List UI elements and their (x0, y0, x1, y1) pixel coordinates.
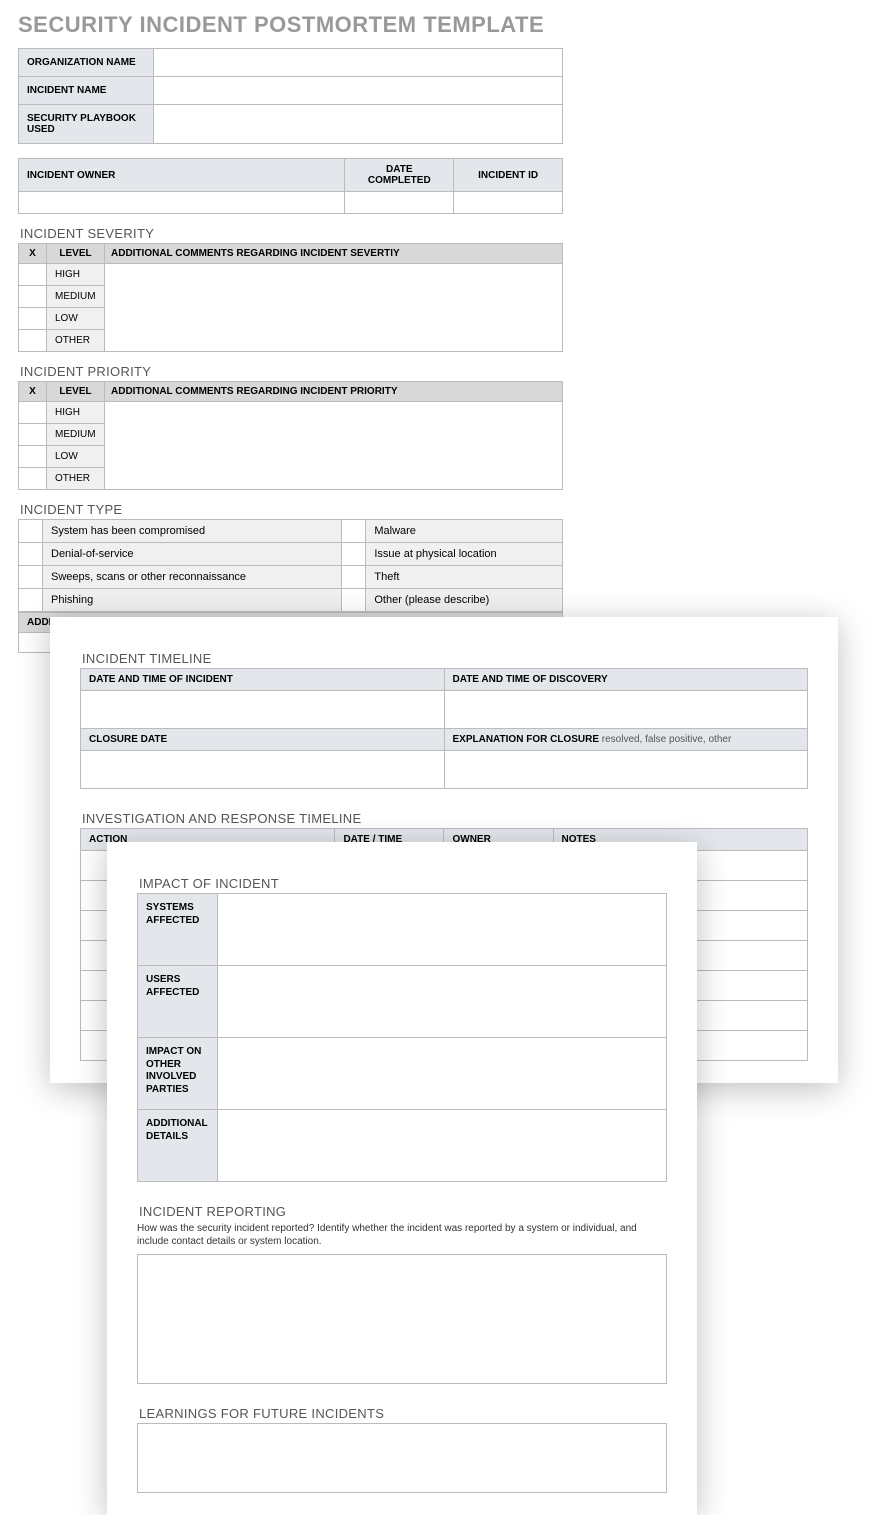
dt-incident-field[interactable] (81, 691, 445, 729)
severity-comments-field[interactable] (105, 264, 563, 352)
owner-header: INCIDENT OWNER (19, 159, 345, 192)
impact-systems-field[interactable] (218, 894, 667, 966)
closure-explanation-header: EXPLANATION FOR CLOSURE resolved, false … (444, 729, 808, 751)
priority-comments-header: ADDITIONAL COMMENTS REGARDING INCIDENT P… (105, 382, 563, 402)
type-table: System has been compromised Malware Deni… (18, 519, 563, 612)
priority-title: INCIDENT PRIORITY (20, 364, 563, 379)
impact-table: SYSTEMS AFFECTED USERS AFFECTED IMPACT O… (137, 893, 667, 1182)
impact-parties-field[interactable] (218, 1038, 667, 1110)
date-completed-field[interactable] (345, 192, 454, 214)
timeline-title: INCIDENT TIMELINE (82, 651, 808, 666)
severity-level-low: LOW (47, 308, 105, 330)
severity-level-medium: MEDIUM (47, 286, 105, 308)
closure-explanation-sub: resolved, false positive, other (599, 734, 731, 745)
reporting-title: INCIDENT REPORTING (139, 1204, 667, 1219)
type-check-1l[interactable] (19, 520, 43, 543)
priority-level-medium: MEDIUM (47, 424, 105, 446)
header-info-table: ORGANIZATION NAME INCIDENT NAME SECURITY… (18, 48, 563, 144)
severity-x-header: X (19, 244, 47, 264)
closure-date-field[interactable] (81, 751, 445, 789)
type-label-4l: Phishing (43, 589, 342, 612)
learnings-title: LEARNINGS FOR FUTURE INCIDENTS (139, 1406, 667, 1421)
priority-mark-low[interactable] (19, 446, 47, 468)
impact-users-field[interactable] (218, 966, 667, 1038)
incident-id-field[interactable] (454, 192, 563, 214)
date-completed-header: DATE COMPLETED (345, 159, 454, 192)
impact-details-label: ADDITIONAL DETAILS (138, 1110, 218, 1182)
priority-mark-other[interactable] (19, 468, 47, 490)
type-label-1l: System has been compromised (43, 520, 342, 543)
severity-title: INCIDENT SEVERITY (20, 226, 563, 241)
impact-details-field[interactable] (218, 1110, 667, 1182)
type-title: INCIDENT TYPE (20, 502, 563, 517)
dt-discovery-field[interactable] (444, 691, 808, 729)
impact-systems-label: SYSTEMS AFFECTED (138, 894, 218, 966)
severity-table: X LEVEL ADDITIONAL COMMENTS REGARDING IN… (18, 243, 563, 352)
priority-level-header: LEVEL (47, 382, 105, 402)
type-check-4r[interactable] (342, 589, 366, 612)
learnings-field[interactable] (137, 1423, 667, 1493)
dt-incident-header: DATE AND TIME OF INCIDENT (81, 669, 445, 691)
type-label-4r: Other (please describe) (366, 589, 563, 612)
type-label-2r: Issue at physical location (366, 543, 563, 566)
closure-explanation-strong: EXPLANATION FOR CLOSURE (453, 734, 599, 745)
impact-title: IMPACT OF INCIDENT (139, 876, 667, 891)
severity-mark-low[interactable] (19, 308, 47, 330)
incident-name-label: INCIDENT NAME (19, 77, 154, 105)
page-title: SECURITY INCIDENT POSTMORTEM TEMPLATE (18, 12, 877, 38)
priority-level-high: HIGH (47, 402, 105, 424)
impact-users-label: USERS AFFECTED (138, 966, 218, 1038)
dt-discovery-header: DATE AND TIME OF DISCOVERY (444, 669, 808, 691)
type-check-2l[interactable] (19, 543, 43, 566)
priority-level-low: LOW (47, 446, 105, 468)
priority-table: X LEVEL ADDITIONAL COMMENTS REGARDING IN… (18, 381, 563, 490)
playbook-label: SECURITY PLAYBOOK USED (19, 105, 154, 144)
org-name-field[interactable] (154, 49, 563, 77)
priority-mark-medium[interactable] (19, 424, 47, 446)
incident-id-header: INCIDENT ID (454, 159, 563, 192)
closure-date-header: CLOSURE DATE (81, 729, 445, 751)
priority-comments-field[interactable] (105, 402, 563, 490)
type-label-3l: Sweeps, scans or other reconnaissance (43, 566, 342, 589)
investigation-title: INVESTIGATION AND RESPONSE TIMELINE (82, 811, 808, 826)
severity-level-header: LEVEL (47, 244, 105, 264)
severity-level-high: HIGH (47, 264, 105, 286)
priority-x-header: X (19, 382, 47, 402)
type-label-1r: Malware (366, 520, 563, 543)
timeline-table: DATE AND TIME OF INCIDENT DATE AND TIME … (80, 668, 808, 789)
type-label-3r: Theft (366, 566, 563, 589)
incident-name-field[interactable] (154, 77, 563, 105)
org-name-label: ORGANIZATION NAME (19, 49, 154, 77)
type-check-3l[interactable] (19, 566, 43, 589)
type-check-2r[interactable] (342, 543, 366, 566)
severity-mark-medium[interactable] (19, 286, 47, 308)
type-check-4l[interactable] (19, 589, 43, 612)
type-check-1r[interactable] (342, 520, 366, 543)
impact-parties-label: IMPACT ON OTHER INVOLVED PARTIES (138, 1038, 218, 1110)
severity-level-other: OTHER (47, 330, 105, 352)
priority-mark-high[interactable] (19, 402, 47, 424)
closure-explanation-field[interactable] (444, 751, 808, 789)
reporting-field[interactable] (137, 1254, 667, 1384)
priority-level-other: OTHER (47, 468, 105, 490)
severity-mark-other[interactable] (19, 330, 47, 352)
severity-mark-high[interactable] (19, 264, 47, 286)
type-check-3r[interactable] (342, 566, 366, 589)
owner-table: INCIDENT OWNER DATE COMPLETED INCIDENT I… (18, 158, 563, 214)
page-3: IMPACT OF INCIDENT SYSTEMS AFFECTED USER… (107, 842, 697, 1515)
owner-field[interactable] (19, 192, 345, 214)
reporting-desc: How was the security incident reported? … (137, 1222, 667, 1248)
type-label-2l: Denial-of-service (43, 543, 342, 566)
severity-comments-header: ADDITIONAL COMMENTS REGARDING INCIDENT S… (105, 244, 563, 264)
playbook-field[interactable] (154, 105, 563, 144)
